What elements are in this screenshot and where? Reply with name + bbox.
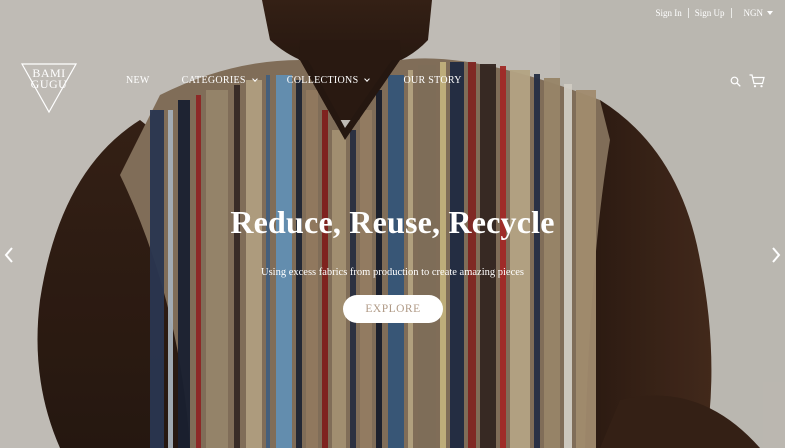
search-icon[interactable] <box>730 76 741 87</box>
caret-down-icon <box>767 11 773 15</box>
main-nav: NEW CATEGORIES COLLECTIONS OUR STORY <box>126 75 462 86</box>
header-actions <box>730 74 765 88</box>
top-utility-bar: Sign In Sign Up NGN <box>649 8 773 18</box>
nav-item-categories[interactable]: CATEGORIES <box>181 75 258 86</box>
currency-label: NGN <box>743 8 764 18</box>
chevron-down-icon <box>364 76 371 82</box>
nav-item-label: COLLECTIONS <box>286 75 359 86</box>
hero-section: Sign In Sign Up NGN BAMI GUGU NEW CATEGO… <box>0 0 785 448</box>
hero-subline: Using excess fabrics from production to … <box>261 267 524 278</box>
currency-selector[interactable]: NGN <box>732 8 773 18</box>
chevron-right-icon <box>772 247 781 263</box>
chevron-down-icon <box>251 76 258 82</box>
logo-wordmark: BAMI GUGU <box>24 67 74 91</box>
cart-icon[interactable] <box>749 74 765 88</box>
nav-item-label: CATEGORIES <box>181 75 246 86</box>
nav-item-new[interactable]: NEW <box>126 75 150 86</box>
sign-in-link[interactable]: Sign In <box>649 8 687 18</box>
nav-item-collections[interactable]: COLLECTIONS <box>286 75 371 86</box>
brand-logo[interactable]: BAMI GUGU <box>20 62 78 114</box>
nav-item-label: OUR STORY <box>403 75 462 86</box>
sign-up-link[interactable]: Sign Up <box>689 8 731 18</box>
nav-item-our-story[interactable]: OUR STORY <box>403 75 461 86</box>
carousel-next-button[interactable] <box>769 246 783 264</box>
carousel-prev-button[interactable] <box>2 246 16 264</box>
nav-item-label: NEW <box>126 75 150 86</box>
hero-headline: Reduce, Reuse, Recycle <box>230 204 555 240</box>
explore-button[interactable]: EXPLORE <box>343 295 443 323</box>
chevron-left-icon <box>4 247 13 263</box>
logo-line: GUGU <box>30 77 68 91</box>
